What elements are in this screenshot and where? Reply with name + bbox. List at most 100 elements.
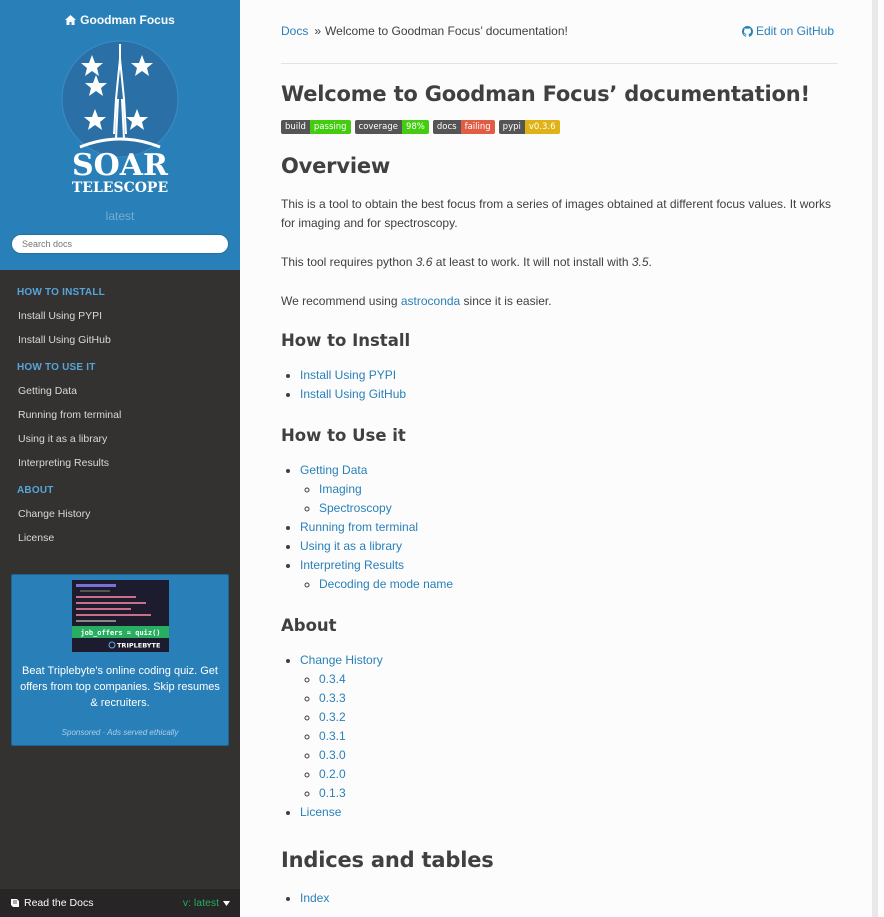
python-version-unsupported: 3.5 <box>631 255 649 269</box>
link-interpreting-results[interactable]: Interpreting Results <box>300 558 404 572</box>
list-item: Decoding de mode name <box>319 575 838 594</box>
indices-heading: Indices and tables <box>281 848 494 872</box>
about-list: Change History 0.3.4 0.3.3 0.3.2 0.3.1 0… <box>281 651 838 822</box>
use-list: Getting Data Imaging Spectroscopy Runnin… <box>281 461 838 594</box>
breadcrumb-separator: » <box>314 24 322 38</box>
home-icon <box>65 15 77 25</box>
page-title: Welcome to Goodman Focus’ documentation! <box>281 82 810 106</box>
nav-group-about: ABOUT Change History License <box>0 485 240 550</box>
sidebar-item-interpreting[interactable]: Interpreting Results <box>0 451 240 475</box>
sidebar-item-getting-data[interactable]: Getting Data <box>0 379 240 403</box>
list-item: 0.3.1 <box>319 727 838 746</box>
link-version-0-3-3[interactable]: 0.3.3 <box>319 691 346 705</box>
sidebar-header: Goodman Focus SOAR TELESCOPE latest <box>0 0 240 270</box>
indices-list: Index <box>281 889 838 908</box>
project-name: Goodman Focus <box>80 13 175 27</box>
nav-group-install: HOW TO INSTALL Install Using PYPI Instal… <box>0 287 240 352</box>
link-version-0-2-0[interactable]: 0.2.0 <box>319 767 346 781</box>
content-area: Docs» Welcome to Goodman Focus’ documenta… <box>240 0 878 917</box>
sidebar-nav: HOW TO INSTALL Install Using PYPI Instal… <box>0 270 240 550</box>
astroconda-link[interactable]: astroconda <box>401 294 460 308</box>
soar-telescope-logo[interactable]: SOAR TELESCOPE <box>60 39 180 199</box>
link-version-0-3-1[interactable]: 0.3.1 <box>319 729 346 743</box>
link-install-github[interactable]: Install Using GitHub <box>300 387 406 401</box>
link-version-0-3-2[interactable]: 0.3.2 <box>319 710 346 724</box>
scrollbar-track[interactable] <box>872 0 878 917</box>
list-item: License <box>300 803 838 822</box>
caret-down-icon <box>223 900 230 906</box>
use-heading: How to Use it <box>281 426 406 445</box>
link-change-history[interactable]: Change History <box>300 653 383 667</box>
list-item: 0.2.0 <box>319 765 838 784</box>
sidebar-item-change-history[interactable]: Change History <box>0 502 240 526</box>
book-icon <box>11 899 19 907</box>
edit-on-github-link[interactable]: Edit on GitHub <box>741 24 834 38</box>
link-running-terminal[interactable]: Running from terminal <box>300 520 418 534</box>
list-item: 0.3.4 <box>319 670 838 689</box>
badge-row: build passing coverage 98% docs failing pyp… <box>281 120 838 134</box>
sidebar-item-running-terminal[interactable]: Running from terminal <box>0 403 240 427</box>
ad-image-brand: TRIPLEBYTE <box>117 642 160 650</box>
sidebar-item-library[interactable]: Using it as a library <box>0 427 240 451</box>
nav-caption: HOW TO USE IT <box>17 362 96 373</box>
coverage-badge[interactable]: coverage 98% <box>354 120 429 134</box>
overview-heading: Overview <box>281 154 391 178</box>
ad-image[interactable]: job_offers = quiz() TRIPLEBYTE <box>71 580 169 652</box>
list-item: Install Using GitHub <box>300 385 838 404</box>
overview-paragraph-2: This tool requires python 3.6 at least t… <box>281 255 652 269</box>
link-library[interactable]: Using it as a library <box>300 539 402 553</box>
link-version-0-3-0[interactable]: 0.3.0 <box>319 748 346 762</box>
about-heading: About <box>281 616 337 635</box>
logo-text-main: SOAR <box>72 148 169 183</box>
pypi-badge[interactable]: pypi v0.3.6 <box>498 120 560 134</box>
link-spectroscopy[interactable]: Spectroscopy <box>319 501 392 515</box>
link-getting-data[interactable]: Getting Data <box>300 463 367 477</box>
list-item: Running from terminal <box>300 518 838 537</box>
list-item: Imaging <box>319 480 838 499</box>
install-list: Install Using PYPI Install Using GitHub <box>281 366 838 404</box>
docs-badge[interactable]: docs failing <box>432 120 495 134</box>
ad-text[interactable]: Beat Triplebyte's online coding quiz. Ge… <box>12 652 228 711</box>
link-index[interactable]: Index <box>300 891 329 905</box>
build-badge[interactable]: build passing <box>281 120 351 134</box>
overview-paragraph-1: This is a tool to obtain the best focus … <box>281 197 832 230</box>
link-decoding-mode-name[interactable]: Decoding de mode name <box>319 577 453 591</box>
rtd-label: Read the Docs <box>24 897 94 909</box>
link-install-pypi[interactable]: Install Using PYPI <box>300 368 396 382</box>
python-version-required: 3.6 <box>415 255 433 269</box>
breadcrumb-current: Welcome to Goodman Focus’ documentation! <box>325 24 568 38</box>
github-icon <box>741 25 753 37</box>
sponsor-ad[interactable]: job_offers = quiz() TRIPLEBYTE Beat Trip… <box>11 574 229 746</box>
document-body: Welcome to Goodman Focus’ documentation!… <box>281 82 838 917</box>
overview-paragraph-3: We recommend using astroconda since it i… <box>281 294 552 308</box>
sidebar: Goodman Focus SOAR TELESCOPE latest HOW … <box>0 0 240 917</box>
list-item: Interpreting Results Decoding de mode na… <box>300 556 838 594</box>
sidebar-item-license[interactable]: License <box>0 526 240 550</box>
sidebar-item-install-github[interactable]: Install Using GitHub <box>0 328 240 352</box>
version-selector-label[interactable]: v: latest <box>183 897 219 909</box>
list-item: Using it as a library <box>300 537 838 556</box>
list-item: 0.3.2 <box>319 708 838 727</box>
search-input[interactable] <box>11 234 229 254</box>
link-version-0-1-3[interactable]: 0.1.3 <box>319 786 346 800</box>
list-item: Install Using PYPI <box>300 366 838 385</box>
list-item: Spectroscopy <box>319 499 838 518</box>
nav-group-use: HOW TO USE IT Getting Data Running from … <box>0 362 240 475</box>
readthedocs-bar[interactable]: Read the Docs v: latest <box>0 889 240 917</box>
ad-sponsor-label[interactable]: Sponsored · Ads served ethically <box>12 728 228 737</box>
list-item: 0.3.3 <box>319 689 838 708</box>
nav-caption: HOW TO INSTALL <box>17 287 105 298</box>
link-version-0-3-4[interactable]: 0.3.4 <box>319 672 346 686</box>
install-heading: How to Install <box>281 331 411 350</box>
version-selector[interactable]: v: latest <box>183 897 230 909</box>
breadcrumb-docs-link[interactable]: Docs <box>281 24 308 38</box>
sidebar-item-install-pypi[interactable]: Install Using PYPI <box>0 304 240 328</box>
project-home-link[interactable]: Goodman Focus <box>65 13 175 27</box>
link-license[interactable]: License <box>300 805 341 819</box>
list-item: Getting Data Imaging Spectroscopy <box>300 461 838 518</box>
list-item: Index <box>300 889 838 908</box>
rtd-label-group: Read the Docs <box>10 897 93 909</box>
link-imaging[interactable]: Imaging <box>319 482 362 496</box>
edit-on-github-label[interactable]: Edit on GitHub <box>756 24 834 38</box>
list-item: 0.1.3 <box>319 784 838 803</box>
